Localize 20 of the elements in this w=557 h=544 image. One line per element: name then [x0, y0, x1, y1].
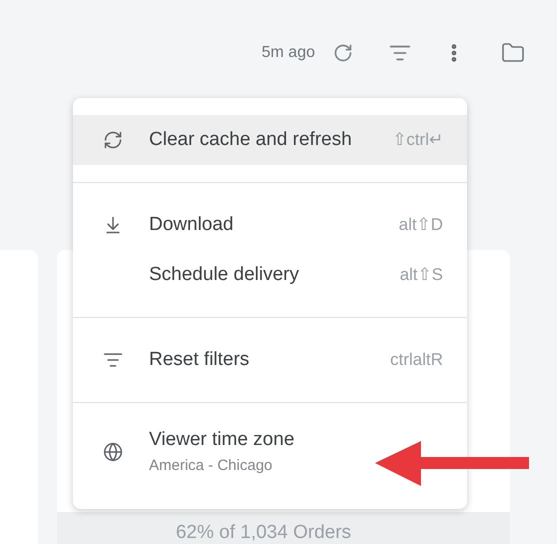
refresh-icon[interactable]	[333, 43, 353, 63]
shortcut-hint: alt⇧D	[398, 214, 443, 236]
menu-item[interactable]: Schedule delivery alt⇧S	[73, 250, 467, 300]
last-updated-text: 5m ago	[262, 43, 315, 63]
menu-item-label: Schedule delivery	[149, 262, 299, 287]
menu-item-label: Clear cache and refresh	[149, 128, 352, 152]
menu-item-label: Reset filters	[149, 348, 250, 372]
globe-icon	[103, 442, 123, 462]
sync-icon	[103, 130, 123, 150]
shortcut-hint: alt⇧S	[400, 264, 443, 286]
shortcut-hint: ctrlaltR	[390, 349, 443, 372]
shortcut-hint: ⇧ctrl↵	[392, 129, 443, 152]
menu-item-label: Download	[149, 212, 234, 237]
summary-text: 62% of 1,034 Orders	[176, 522, 352, 544]
folder-icon[interactable]	[501, 41, 525, 65]
menu-item-subtitle: America - Chicago	[149, 456, 274, 476]
menu-item[interactable]: Reset filters ctrlaltR	[73, 335, 467, 385]
menu-item[interactable]: Clear cache and refresh ⇧ctrl↵	[73, 115, 467, 165]
menu-item[interactable]: Download alt⇧D	[73, 200, 467, 250]
menu-item-label: Viewer time zone	[149, 428, 294, 452]
